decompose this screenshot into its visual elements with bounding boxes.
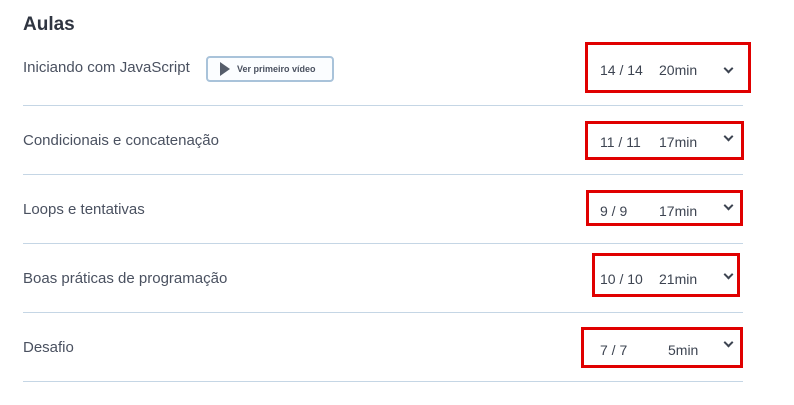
lesson-meta-box[interactable]: 14 / 14 20min [585, 42, 751, 93]
chevron-down-icon [723, 200, 734, 211]
lesson-duration: 5min [668, 342, 699, 358]
lesson-name: Condicionais e concatenação [23, 132, 219, 149]
chevron-down-icon [723, 63, 734, 74]
lesson-progress-count: 14 / 14 [600, 62, 643, 78]
lesson-name: Boas práticas de programação [23, 270, 228, 287]
first-video-button[interactable]: Ver primeiro vídeo [206, 56, 334, 82]
chevron-down-icon [723, 337, 734, 348]
lesson-meta-box[interactable]: 10 / 10 21min [592, 253, 740, 297]
section-title: Aulas [23, 14, 75, 35]
lesson-meta-box[interactable]: 7 / 7 5min [581, 327, 743, 368]
lesson-meta-box[interactable]: 11 / 11 17min [585, 121, 744, 160]
lesson-duration: 17min [659, 203, 698, 219]
lesson-progress-count: 11 / 11 [600, 134, 641, 150]
chevron-down-icon [723, 131, 734, 142]
first-video-button-label: Ver primeiro vídeo [237, 64, 316, 74]
lesson-progress-count: 9 / 9 [600, 203, 628, 219]
lesson-progress-count: 10 / 10 [600, 271, 643, 287]
lesson-duration: 21min [659, 271, 698, 287]
lesson-name: Loops e tentativas [23, 201, 145, 218]
play-icon [220, 62, 230, 76]
lesson-duration: 17min [659, 134, 698, 150]
lesson-name: Desafio [23, 339, 74, 356]
chevron-down-icon [723, 269, 734, 280]
lesson-name: Iniciando com JavaScript [23, 59, 190, 76]
lesson-meta-box[interactable]: 9 / 9 17min [586, 190, 743, 226]
lesson-duration: 20min [659, 62, 698, 78]
lesson-progress-count: 7 / 7 [600, 342, 628, 358]
